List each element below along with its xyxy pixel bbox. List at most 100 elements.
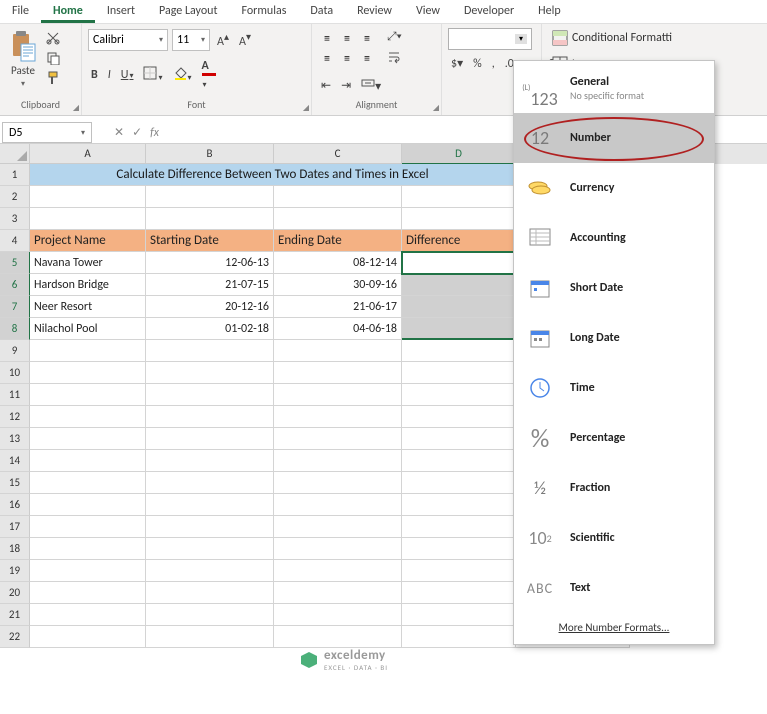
row-header-21[interactable]: 21 (0, 604, 30, 626)
paste-button[interactable]: Paste ▾ (6, 28, 40, 91)
cell-A5[interactable]: Navana Tower (30, 252, 146, 274)
cell[interactable] (402, 384, 516, 406)
cell[interactable] (30, 626, 146, 648)
cell-C5[interactable]: 08-12-14 (274, 252, 402, 274)
underline-button[interactable]: U▾ (118, 66, 137, 84)
tab-help[interactable]: Help (526, 0, 573, 23)
cell[interactable] (402, 626, 516, 648)
cell[interactable] (30, 516, 146, 538)
format-short-date[interactable]: Short Date (514, 263, 714, 313)
row-header-17[interactable]: 17 (0, 516, 30, 538)
font-size-box[interactable]: 11▾ (172, 29, 210, 51)
row-header-4[interactable]: 4 (0, 230, 30, 252)
row-header-16[interactable]: 16 (0, 494, 30, 516)
format-accounting[interactable]: Accounting (514, 213, 714, 263)
cell[interactable] (402, 604, 516, 626)
cell[interactable] (402, 362, 516, 384)
italic-button[interactable]: I (105, 66, 114, 84)
row-header-5[interactable]: 5 (0, 252, 30, 274)
cut-button[interactable] (44, 29, 62, 47)
row-header-10[interactable]: 10 (0, 362, 30, 384)
format-scientific[interactable]: 102 Scientific (514, 513, 714, 563)
cell[interactable] (146, 494, 274, 516)
align-center-button[interactable]: ≡ (338, 50, 356, 68)
cell-D5[interactable] (402, 252, 516, 274)
header-start[interactable]: Starting Date (146, 230, 274, 252)
cell[interactable] (274, 450, 402, 472)
row-header-8[interactable]: 8 (0, 318, 30, 340)
conditional-formatting-button[interactable]: Conditional Formatti (548, 28, 676, 48)
row-header-20[interactable]: 20 (0, 582, 30, 604)
tab-review[interactable]: Review (345, 0, 404, 23)
orientation-button[interactable]: ⤢▾ (384, 28, 405, 46)
cell[interactable] (274, 604, 402, 626)
cell[interactable] (30, 186, 146, 208)
row-header-15[interactable]: 15 (0, 472, 30, 494)
cell[interactable] (146, 186, 274, 208)
cell[interactable] (30, 560, 146, 582)
format-painter-button[interactable] (44, 69, 62, 87)
cell[interactable] (274, 186, 402, 208)
cell[interactable] (274, 538, 402, 560)
align-expand[interactable]: ◢ (433, 103, 439, 113)
cell[interactable] (274, 428, 402, 450)
cell[interactable] (402, 560, 516, 582)
cell-A8[interactable]: Nilachol Pool (30, 318, 146, 340)
format-long-date[interactable]: Long Date (514, 313, 714, 363)
row-header-14[interactable]: 14 (0, 450, 30, 472)
cell[interactable] (274, 208, 402, 230)
fx-accept[interactable]: ✓ (132, 125, 142, 140)
align-top-button[interactable]: ≡ (318, 30, 336, 48)
row-header-19[interactable]: 19 (0, 560, 30, 582)
format-time[interactable]: Time (514, 363, 714, 413)
tab-data[interactable]: Data (298, 0, 345, 23)
cell[interactable] (274, 626, 402, 648)
inc-indent-button[interactable]: ⇥ (338, 76, 354, 95)
cell[interactable] (146, 450, 274, 472)
cell-B7[interactable]: 20-12-16 (146, 296, 274, 318)
cell[interactable] (402, 340, 516, 362)
cell[interactable] (30, 538, 146, 560)
cell-C7[interactable]: 21-06-17 (274, 296, 402, 318)
format-currency[interactable]: Currency (514, 163, 714, 213)
title-cell[interactable]: Calculate Difference Between Two Dates a… (30, 164, 516, 186)
cell[interactable] (146, 582, 274, 604)
header-name[interactable]: Project Name (30, 230, 146, 252)
cell[interactable] (146, 384, 274, 406)
clipboard-expand[interactable]: ◢ (73, 103, 79, 113)
row-header-3[interactable]: 3 (0, 208, 30, 230)
cell[interactable] (30, 362, 146, 384)
cell[interactable] (402, 516, 516, 538)
align-right-button[interactable]: ≡ (358, 50, 376, 68)
increase-font-button[interactable]: A▴ (214, 28, 232, 51)
row-header-22[interactable]: 22 (0, 626, 30, 648)
percent-style-button[interactable]: % (470, 55, 485, 73)
font-name-box[interactable]: Calibri▾ (88, 29, 168, 51)
tab-pagelayout[interactable]: Page Layout (147, 0, 229, 23)
cell[interactable] (30, 428, 146, 450)
cell[interactable] (146, 208, 274, 230)
decrease-font-button[interactable]: A▾ (236, 28, 254, 51)
cell[interactable] (30, 406, 146, 428)
cell[interactable] (146, 362, 274, 384)
cell[interactable] (274, 516, 402, 538)
format-general[interactable]: (L)123 GeneralNo specific format (514, 63, 714, 113)
format-number[interactable]: 12 Number (514, 113, 714, 163)
row-header-2[interactable]: 2 (0, 186, 30, 208)
bold-button[interactable]: B (88, 66, 101, 84)
row-header-18[interactable]: 18 (0, 538, 30, 560)
merge-button[interactable]: ▾ (358, 74, 384, 96)
col-header-A[interactable]: A (30, 144, 146, 164)
tab-insert[interactable]: Insert (95, 0, 147, 23)
border-button[interactable]: ▾ (140, 64, 165, 86)
cell-B5[interactable]: 12-06-13 (146, 252, 274, 274)
header-end[interactable]: Ending Date (274, 230, 402, 252)
align-left-button[interactable]: ≡ (318, 50, 336, 68)
align-mid-button[interactable]: ≡ (338, 30, 356, 48)
tab-view[interactable]: View (404, 0, 452, 23)
cell-B6[interactable]: 21-07-15 (146, 274, 274, 296)
tab-home[interactable]: Home (41, 0, 95, 23)
font-expand[interactable]: ◢ (303, 103, 309, 113)
number-format-box[interactable]: ▾ (448, 28, 532, 50)
cell[interactable] (402, 494, 516, 516)
